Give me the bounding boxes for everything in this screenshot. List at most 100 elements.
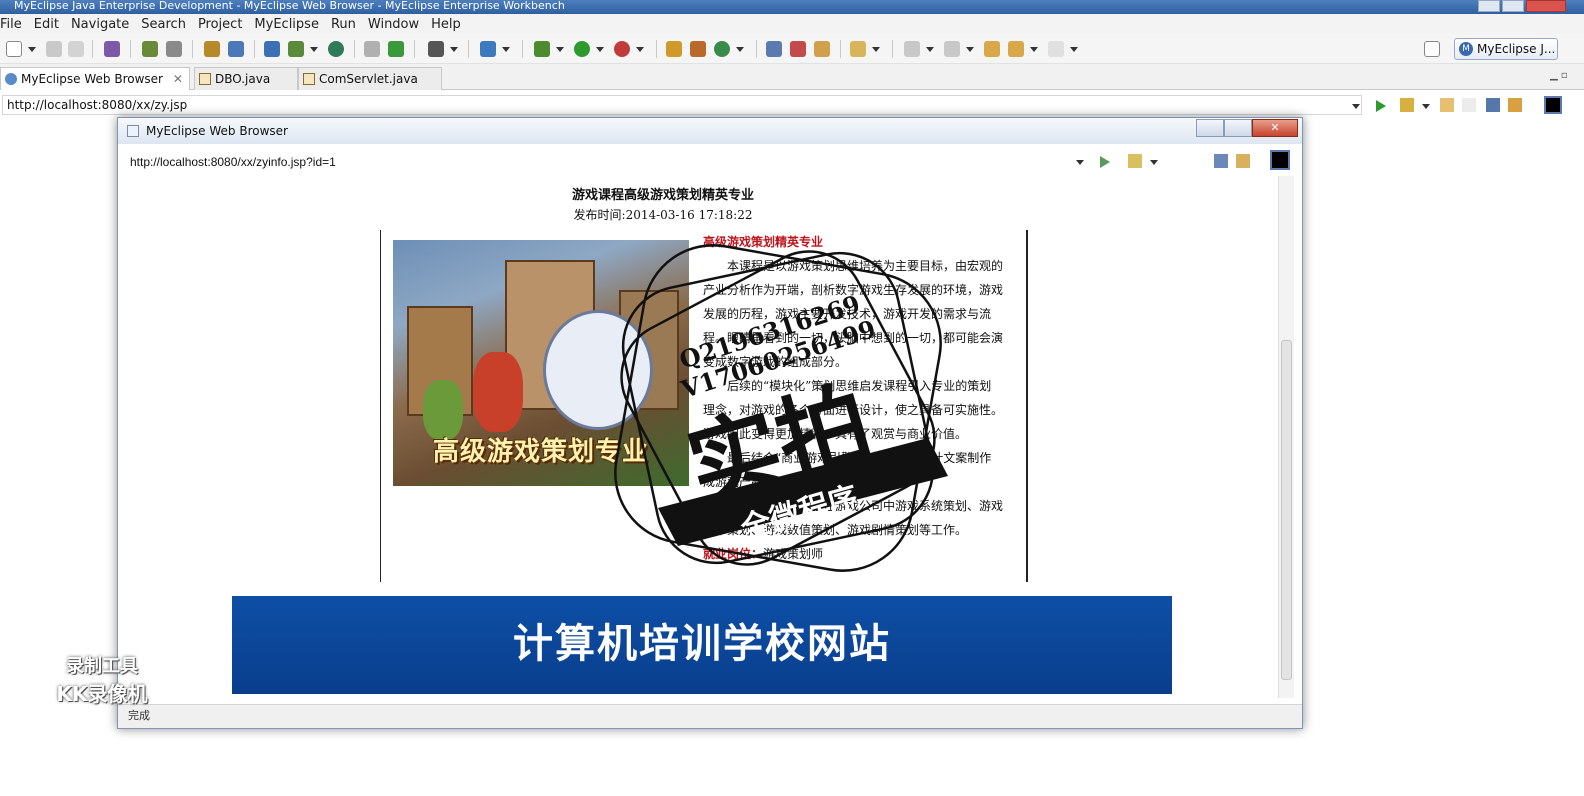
- refresh-icon[interactable]: [1508, 98, 1522, 112]
- close-icon[interactable]: ✕: [173, 72, 183, 86]
- chevron-down-icon[interactable]: [636, 47, 644, 52]
- article-title: 游戏课程高级游戏策划精英专业: [571, 188, 754, 203]
- save-icon[interactable]: [46, 41, 62, 57]
- black-square-icon[interactable]: [1270, 150, 1290, 170]
- external-tools-icon[interactable]: [614, 41, 630, 57]
- new-package-icon[interactable]: [690, 41, 706, 57]
- chevron-down-icon[interactable]: [1150, 160, 1158, 165]
- chevron-down-icon[interactable]: [966, 47, 974, 52]
- globe-icon[interactable]: [328, 41, 344, 57]
- go-icon[interactable]: [1100, 156, 1110, 168]
- prev-annotation-icon[interactable]: [944, 41, 960, 57]
- go-icon[interactable]: [1376, 100, 1386, 112]
- menu-project[interactable]: Project: [192, 17, 248, 32]
- next-annotation-icon[interactable]: [904, 41, 920, 57]
- package-icon[interactable]: [104, 41, 120, 57]
- deploy-server-icon[interactable]: [288, 41, 304, 57]
- menu-file[interactable]: File: [0, 17, 28, 32]
- menu-run[interactable]: Run: [325, 17, 362, 32]
- chevron-down-icon[interactable]: [1030, 47, 1038, 52]
- deploy-icon[interactable]: [166, 41, 182, 57]
- maximize-button[interactable]: [1224, 119, 1252, 137]
- pen-icon[interactable]: [228, 41, 244, 57]
- stop-icon[interactable]: [1214, 154, 1228, 168]
- recorder-line-2: KK录像机: [56, 682, 148, 706]
- chevron-down-icon[interactable]: [1352, 104, 1360, 109]
- page-scrollbar[interactable]: [1278, 176, 1294, 698]
- main-toolbar: M MyEclipse J...: [0, 34, 1584, 64]
- stop-icon[interactable]: [1486, 98, 1500, 112]
- minimize-button[interactable]: [1478, 0, 1500, 12]
- open-folder-icon[interactable]: [364, 41, 380, 57]
- menu-window[interactable]: Window: [362, 17, 425, 32]
- open-type-icon[interactable]: [766, 41, 782, 57]
- last-edit-icon[interactable]: [984, 41, 1000, 57]
- back-icon[interactable]: [1440, 98, 1454, 112]
- chevron-down-icon[interactable]: [556, 47, 564, 52]
- scrollbar-thumb[interactable]: [1281, 340, 1292, 680]
- menu-search[interactable]: Search: [135, 17, 192, 32]
- tab-dbo-java[interactable]: DBO.java: [194, 67, 298, 90]
- chevron-down-icon[interactable]: [310, 47, 318, 52]
- status-text: 完成: [128, 709, 150, 722]
- tab-label: ComServlet.java: [319, 72, 418, 86]
- menu-myeclipse[interactable]: MyEclipse: [248, 17, 325, 32]
- open-task-icon[interactable]: [814, 41, 830, 57]
- chevron-down-icon[interactable]: [502, 47, 510, 52]
- debug-icon[interactable]: [534, 41, 550, 57]
- edit-icon[interactable]: [204, 41, 220, 57]
- favorites-icon[interactable]: [1400, 98, 1414, 112]
- tab-comservlet-java[interactable]: ComServlet.java: [298, 67, 442, 90]
- chevron-down-icon[interactable]: [926, 47, 934, 52]
- refresh-icon[interactable]: [1236, 154, 1250, 168]
- popup-url-input[interactable]: [126, 152, 1086, 172]
- folder-icon[interactable]: [850, 41, 866, 57]
- close-button[interactable]: ✕: [1252, 119, 1298, 137]
- new-icon[interactable]: [6, 41, 22, 57]
- forward-arrow-icon[interactable]: [1048, 41, 1064, 57]
- chevron-down-icon[interactable]: [28, 47, 36, 52]
- close-button[interactable]: [1526, 0, 1566, 12]
- perspective-button[interactable]: M MyEclipse J...: [1454, 38, 1558, 60]
- popup-status-bar: 完成: [118, 704, 1302, 728]
- url-input[interactable]: [2, 95, 1362, 115]
- new-class-icon[interactable]: [666, 41, 682, 57]
- minimize-view-icon[interactable]: ▁ ▫: [1550, 70, 1568, 81]
- publish-date-value: 2014-03-16 17:18:22: [625, 208, 753, 222]
- publish-label: 发布时间:: [573, 208, 626, 222]
- refresh-icon[interactable]: [714, 41, 730, 57]
- menu-bar: File Edit Navigate Search Project MyEcli…: [0, 14, 1584, 34]
- chevron-down-icon[interactable]: [1422, 104, 1430, 109]
- pin-icon[interactable]: [790, 41, 806, 57]
- editor-tabs: MyEclipse Web Browser ✕ DBO.java ComServ…: [0, 64, 1584, 90]
- recorder-watermark: 录制工具 KK录像机: [32, 652, 172, 707]
- forward-icon[interactable]: [1462, 98, 1476, 112]
- black-square-icon[interactable]: [1544, 96, 1562, 114]
- new-file-icon[interactable]: [480, 41, 496, 57]
- menu-help[interactable]: Help: [425, 17, 467, 32]
- site-banner: 计算机培训学校网站: [232, 596, 1172, 694]
- chevron-down-icon[interactable]: [736, 47, 744, 52]
- back-arrow-icon[interactable]: [1008, 41, 1024, 57]
- open-perspective-icon[interactable]: [1424, 41, 1440, 57]
- chevron-down-icon[interactable]: [450, 47, 458, 52]
- save-all-icon[interactable]: [68, 41, 84, 57]
- server-icon[interactable]: [264, 41, 280, 57]
- menu-edit[interactable]: Edit: [28, 17, 65, 32]
- chevron-down-icon[interactable]: [596, 47, 604, 52]
- new-project-icon[interactable]: [388, 41, 404, 57]
- minimize-button[interactable]: [1196, 119, 1224, 137]
- menu-navigate[interactable]: Navigate: [65, 17, 135, 32]
- build-icon[interactable]: [142, 41, 158, 57]
- window-title: MyEclipse Java Enterprise Development - …: [14, 0, 565, 12]
- perspective-label: MyEclipse J...: [1477, 42, 1556, 56]
- chevron-down-icon[interactable]: [872, 47, 880, 52]
- chevron-down-icon[interactable]: [1070, 47, 1078, 52]
- tab-web-browser[interactable]: MyEclipse Web Browser ✕: [0, 67, 190, 90]
- favorites-icon[interactable]: [1128, 154, 1142, 168]
- java-file-icon: [199, 73, 211, 85]
- chevron-down-icon[interactable]: [1076, 160, 1084, 165]
- run-icon[interactable]: [574, 41, 590, 57]
- maximize-button[interactable]: [1502, 0, 1524, 12]
- camera-icon[interactable]: [428, 41, 444, 57]
